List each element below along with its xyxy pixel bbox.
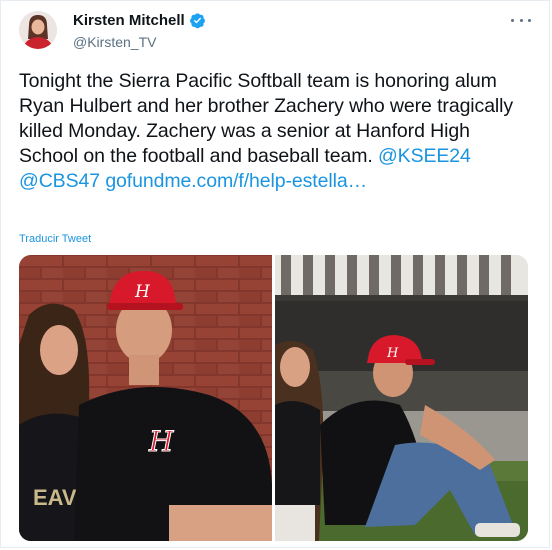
author-row: Kirsten Mitchell [73,12,206,29]
photo-2[interactable]: H [275,255,528,541]
photo-2-image: H [275,255,528,541]
mention-ksee24[interactable]: @KSEE24 [378,145,471,167]
tweet-text: Tonight the Sierra Pacific Softball team… [19,69,534,194]
svg-text:H: H [148,425,174,458]
author-name[interactable]: Kirsten Mitchell [73,12,185,29]
avatar[interactable] [19,11,57,49]
photo-1[interactable]: EAV H H [19,255,272,541]
dot [519,18,523,22]
gofundme-link[interactable]: gofundme.com/f/help-estella… [105,170,367,192]
svg-text:EAV: EAV [33,485,77,510]
avatar-image [19,11,57,49]
svg-text:H: H [386,346,399,361]
author-handle[interactable]: @Kirsten_TV [73,34,156,50]
awning [275,255,528,301]
mention-cbs47[interactable]: @CBS47 [19,170,100,192]
media-grid: EAV H H H [19,255,528,541]
tweet-card: Kirsten Mitchell @Kirsten_TV Tonight the… [0,0,550,548]
svg-text:H: H [134,282,151,302]
verified-badge-icon [189,13,205,29]
dot [511,18,514,22]
more-options-icon[interactable] [511,13,531,27]
translate-tweet-link[interactable]: Traducir Tweet [19,233,91,245]
dot [528,18,531,22]
photo-1-image: EAV H H [19,255,272,541]
